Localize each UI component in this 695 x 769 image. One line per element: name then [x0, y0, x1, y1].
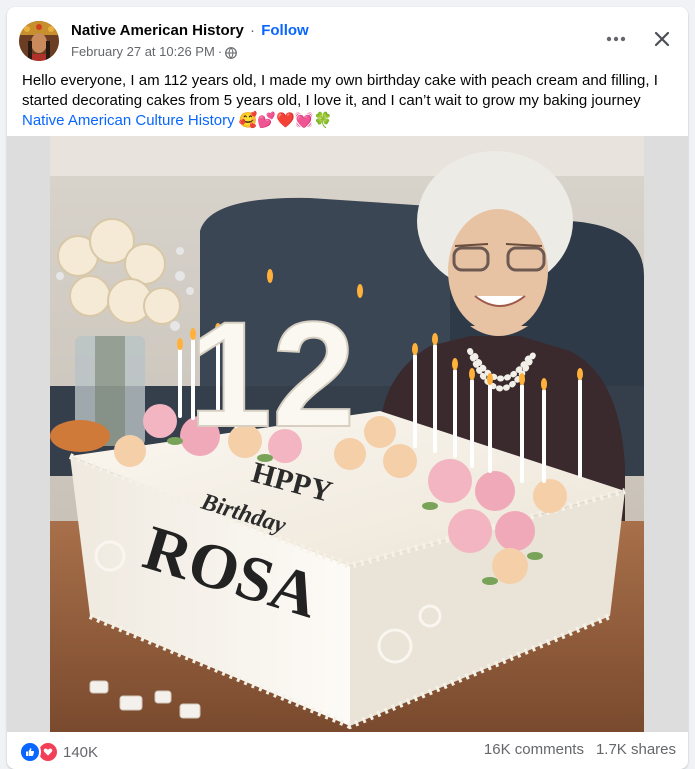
date-separator: · [217, 44, 223, 59]
hashtag-link[interactable]: Native American Culture History [22, 112, 235, 129]
post-meta: Native American History · Follow Februar… [71, 21, 309, 61]
separator: · [250, 22, 256, 39]
engagement-counts: 16K comments 1.7K shares [484, 741, 676, 758]
avatar-image [19, 21, 59, 61]
number-candle: 12 [189, 290, 356, 458]
comments-count[interactable]: 16K comments [484, 741, 584, 758]
post-card: Native American History · Follow Februar… [7, 7, 688, 769]
follow-button[interactable]: Follow [261, 22, 309, 39]
post-text: Hello everyone, I am 112 years old, I ma… [22, 71, 674, 131]
header-actions [602, 25, 676, 53]
post-body: Hello everyone, I am 112 years old, I ma… [22, 72, 658, 109]
globe-icon[interactable] [225, 46, 238, 59]
like-icon [19, 741, 41, 763]
photo-container: 12 HPPY Birthday ROSA [7, 136, 688, 732]
more-horizontal-icon[interactable] [602, 25, 630, 53]
post-footer: 140K 16K comments 1.7K shares [19, 741, 676, 763]
page-avatar[interactable] [19, 21, 59, 61]
post-date[interactable]: February 27 at 10:26 PM [71, 43, 215, 61]
reactions-summary[interactable]: 140K [19, 741, 98, 763]
reaction-count: 140K [63, 743, 99, 761]
close-icon[interactable] [648, 25, 676, 53]
shares-count[interactable]: 1.7K shares [596, 741, 676, 758]
post-subline: February 27 at 10:26 PM · [71, 43, 309, 61]
author-line: Native American History · Follow [71, 21, 309, 41]
author-name[interactable]: Native American History [71, 22, 244, 39]
post-emojis: 🥰💕❤️💓🍀 [238, 112, 333, 129]
post-header: Native American History · Follow Februar… [19, 17, 676, 65]
post-photo[interactable]: 12 HPPY Birthday ROSA [50, 136, 644, 732]
